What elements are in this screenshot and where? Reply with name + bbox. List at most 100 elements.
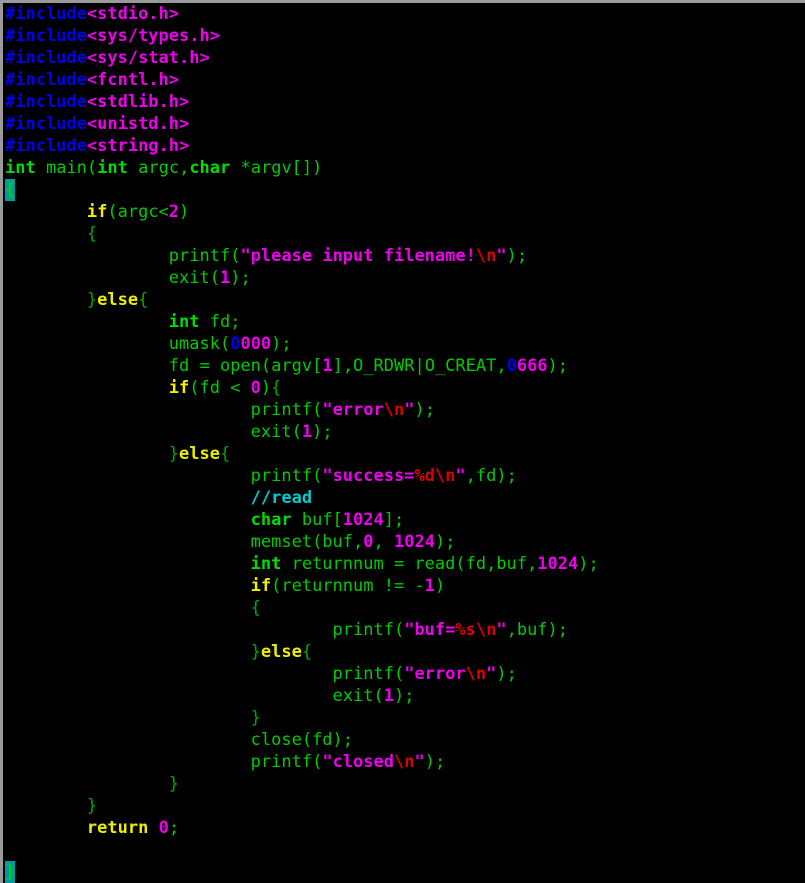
code-line[interactable]: memset(buf,0, 1024); xyxy=(3,531,805,553)
code-line[interactable]: printf("error\n"); xyxy=(3,663,805,685)
code-line[interactable]: if(argc<2) xyxy=(3,201,805,223)
code-line[interactable]: } xyxy=(3,773,805,795)
text-cursor: { xyxy=(5,179,16,201)
code-line[interactable]: printf("success=%d\n",fd); xyxy=(3,465,805,487)
code-line[interactable]: printf("closed\n"); xyxy=(3,751,805,773)
code-line[interactable]: #include<fcntl.h> xyxy=(3,69,805,91)
code-line[interactable]: exit(1); xyxy=(3,267,805,289)
code-line[interactable]: { xyxy=(3,179,805,201)
code-line[interactable]: #include<string.h> xyxy=(3,135,805,157)
code-token-esc: %d\n xyxy=(414,466,456,486)
code-line[interactable]: exit(1); xyxy=(3,421,805,443)
code-line[interactable] xyxy=(3,839,805,861)
code-token-inc: <sys/stat.h> xyxy=(86,48,210,68)
code-line[interactable]: } xyxy=(3,795,805,817)
code-token-num: 2 xyxy=(168,202,180,222)
code-line[interactable]: int main(int argc,char *argv[]) xyxy=(3,157,805,179)
code-token-num: 000 xyxy=(240,334,272,354)
code-line[interactable]: } xyxy=(3,707,805,729)
code-token-brace: } xyxy=(86,796,98,816)
code-token-strq: " xyxy=(404,620,415,640)
code-line[interactable]: printf("error\n"); xyxy=(3,399,805,421)
code-token-pre: #include xyxy=(5,4,87,24)
code-line[interactable]: #include<stdio.h> xyxy=(3,3,805,25)
code-line[interactable]: }else{ xyxy=(3,641,805,663)
code-token-kw: char xyxy=(189,158,231,178)
code-line[interactable]: }else{ xyxy=(3,289,805,311)
code-token-inc: <unistd.h> xyxy=(86,114,190,134)
code-token-brace: } xyxy=(250,642,261,662)
code-token-id: printf xyxy=(168,246,231,266)
code-line[interactable]: }else{ xyxy=(3,443,805,465)
code-token-id: ) xyxy=(260,378,272,398)
code-line[interactable]: { xyxy=(3,223,805,245)
code-token-str: buf= xyxy=(414,620,456,640)
code-token-kw: char xyxy=(250,510,292,530)
code-token-id: read xyxy=(414,554,456,574)
code-line[interactable]: char buf[1024]; xyxy=(3,509,805,531)
code-line[interactable]: { xyxy=(3,597,805,619)
code-token-id: exit xyxy=(332,686,374,706)
code-token-id: memset xyxy=(250,532,313,552)
code-token-id: ,fd); xyxy=(465,466,517,486)
code-token-strq: " xyxy=(496,620,507,640)
code-token-id: ); xyxy=(578,554,599,574)
text-cursor: } xyxy=(5,861,16,883)
code-token-id: printf xyxy=(250,400,313,420)
code-token-num: 1 xyxy=(322,356,333,376)
code-token-strq: " xyxy=(404,400,415,420)
code-line[interactable]: close(fd); xyxy=(3,729,805,751)
code-token-strq: " xyxy=(414,752,425,772)
code-line[interactable]: if(fd < 0){ xyxy=(3,377,805,399)
code-token-brace: { xyxy=(271,378,282,398)
code-token-num: 0 xyxy=(363,532,374,552)
code-token-str: error xyxy=(414,664,466,684)
code-token-id: main xyxy=(45,158,87,178)
code-line[interactable]: //read xyxy=(3,487,805,509)
code-line[interactable]: int fd; xyxy=(3,311,805,333)
code-line[interactable]: return 0; xyxy=(3,817,805,839)
code-line[interactable]: umask(0000); xyxy=(3,333,805,355)
editor-window[interactable]: #include<stdio.h> #include<sys/types.h> #i… xyxy=(0,0,805,883)
code-token-id: (argc< xyxy=(107,202,169,222)
code-line[interactable]: printf("buf=%s\n",buf); xyxy=(3,619,805,641)
code-token-num: 1024 xyxy=(342,510,384,530)
code-token-brace: { xyxy=(301,642,313,662)
code-line[interactable]: #include<sys/stat.h> xyxy=(3,47,805,69)
code-token-pre: #include xyxy=(5,136,87,156)
code-token-kw: int xyxy=(5,158,36,178)
code-token-id: , xyxy=(373,532,394,552)
code-token-esc: \n xyxy=(465,664,487,684)
code-line[interactable]: #include<stdlib.h> xyxy=(3,91,805,113)
code-text-area[interactable]: #include<stdio.h> #include<sys/types.h> #i… xyxy=(3,3,805,883)
code-token-strq: " xyxy=(455,466,466,486)
code-token-cmt: //read xyxy=(250,488,313,508)
code-line[interactable]: fd = open(argv[1],O_RDWR|O_CREAT,0666); xyxy=(3,355,805,377)
code-token-ctrl: else xyxy=(260,642,302,662)
code-line[interactable]: int returnnum = read(fd,buf,1024); xyxy=(3,553,805,575)
code-line[interactable]: #include<unistd.h> xyxy=(3,113,805,135)
code-token-id: returnnum = xyxy=(281,554,415,574)
code-line[interactable]: } xyxy=(3,861,805,883)
code-line[interactable]: #include<sys/types.h> xyxy=(3,25,805,47)
code-line[interactable]: if(returnnum != -1) xyxy=(3,575,805,597)
code-token-esc: \n xyxy=(383,400,405,420)
code-token-id: ; xyxy=(168,818,180,838)
code-token-brace: { xyxy=(86,224,98,244)
code-token-pre: #include xyxy=(5,114,87,134)
code-token-id: ) xyxy=(434,576,446,596)
code-token-oct: 0 xyxy=(506,356,517,376)
code-line[interactable]: printf("please input filename!\n"); xyxy=(3,245,805,267)
code-token-pre: #include xyxy=(5,92,87,112)
code-line[interactable]: exit(1); xyxy=(3,685,805,707)
